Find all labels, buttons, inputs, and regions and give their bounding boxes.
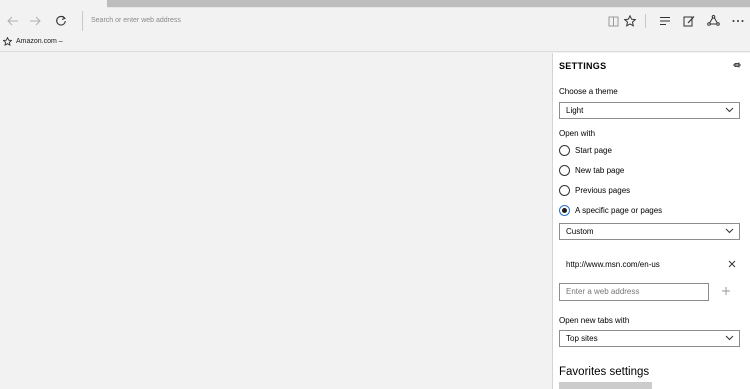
- page-content: [0, 53, 552, 389]
- tab-strip-left: [0, 0, 107, 8]
- chevron-down-icon: [725, 335, 734, 341]
- star-icon: [3, 37, 12, 46]
- custom-url: http://www.msn.com/en-us: [566, 260, 660, 269]
- pen-icon: [683, 16, 695, 27]
- favorite-button[interactable]: [619, 10, 641, 32]
- new-tabs-select-value: Top sites: [566, 334, 598, 343]
- chevron-down-icon: [725, 228, 734, 234]
- favorites-settings-button[interactable]: [559, 382, 652, 389]
- share-button[interactable]: [702, 10, 724, 32]
- refresh-icon: [56, 15, 66, 26]
- plus-icon[interactable]: [721, 286, 731, 296]
- new-tabs-select[interactable]: Top sites: [559, 330, 740, 347]
- open-new-tabs-label: Open new tabs with: [559, 316, 630, 325]
- refresh-button[interactable]: [50, 10, 72, 32]
- star-icon: [624, 15, 636, 27]
- chevron-down-icon: [725, 107, 734, 113]
- choose-theme-label: Choose a theme: [559, 87, 618, 96]
- back-button[interactable]: [2, 10, 24, 32]
- share-icon: [706, 15, 720, 26]
- open-with-label: Open with: [559, 129, 596, 138]
- browser-window: Search or enter web address Amazon.com –…: [0, 0, 750, 389]
- theme-select[interactable]: Light: [559, 102, 740, 119]
- toolbar-divider: [645, 14, 646, 28]
- radio-button[interactable]: [559, 185, 570, 196]
- address-bar[interactable]: Search or enter web address: [82, 11, 602, 31]
- arrow-right-icon: [30, 16, 41, 26]
- settings-title: SETTINGS: [559, 61, 607, 71]
- pin-icon[interactable]: [732, 61, 742, 69]
- close-icon[interactable]: [728, 260, 736, 268]
- hub-icon: [660, 16, 670, 26]
- favorites-settings-heading: Favorites settings: [559, 366, 650, 378]
- radio-label: Previous pages: [575, 186, 631, 195]
- forward-button[interactable]: [24, 10, 46, 32]
- radio-button[interactable]: [559, 165, 570, 176]
- radio-start-page[interactable]: Start page: [559, 144, 612, 157]
- book-icon: [608, 16, 618, 26]
- settings-pane: SETTINGS Choose a theme Light Open with …: [552, 53, 750, 389]
- radio-label: A specific page or pages: [575, 206, 663, 215]
- radio-previous-pages[interactable]: Previous pages: [559, 184, 630, 197]
- radio-specific-pages[interactable]: A specific page or pages: [559, 204, 662, 217]
- radio-label: Start page: [575, 146, 612, 155]
- radio-label: New tab page: [575, 166, 625, 175]
- theme-select-value: Light: [566, 106, 584, 115]
- web-note-button[interactable]: [678, 10, 700, 32]
- more-icon: [732, 20, 744, 22]
- favorites-bar-item[interactable]: Amazon.com –: [16, 38, 63, 45]
- title-bar: [0, 0, 750, 8]
- arrow-left-icon: [7, 16, 18, 26]
- specific-page-select[interactable]: Custom: [559, 223, 740, 240]
- custom-url-row: http://www.msn.com/en-us: [559, 258, 740, 272]
- favorites-bar: Amazon.com –: [0, 34, 750, 52]
- hub-button[interactable]: [654, 10, 676, 32]
- tab-strip-right: [107, 0, 750, 7]
- more-button[interactable]: [727, 10, 749, 32]
- navigation-toolbar: Search or enter web address: [0, 8, 750, 34]
- specific-page-select-value: Custom: [566, 227, 594, 236]
- radio-new-tab-page[interactable]: New tab page: [559, 164, 624, 177]
- web-address-input[interactable]: Enter a web address: [559, 283, 709, 301]
- radio-button[interactable]: [559, 145, 570, 156]
- radio-button-selected[interactable]: [559, 205, 570, 216]
